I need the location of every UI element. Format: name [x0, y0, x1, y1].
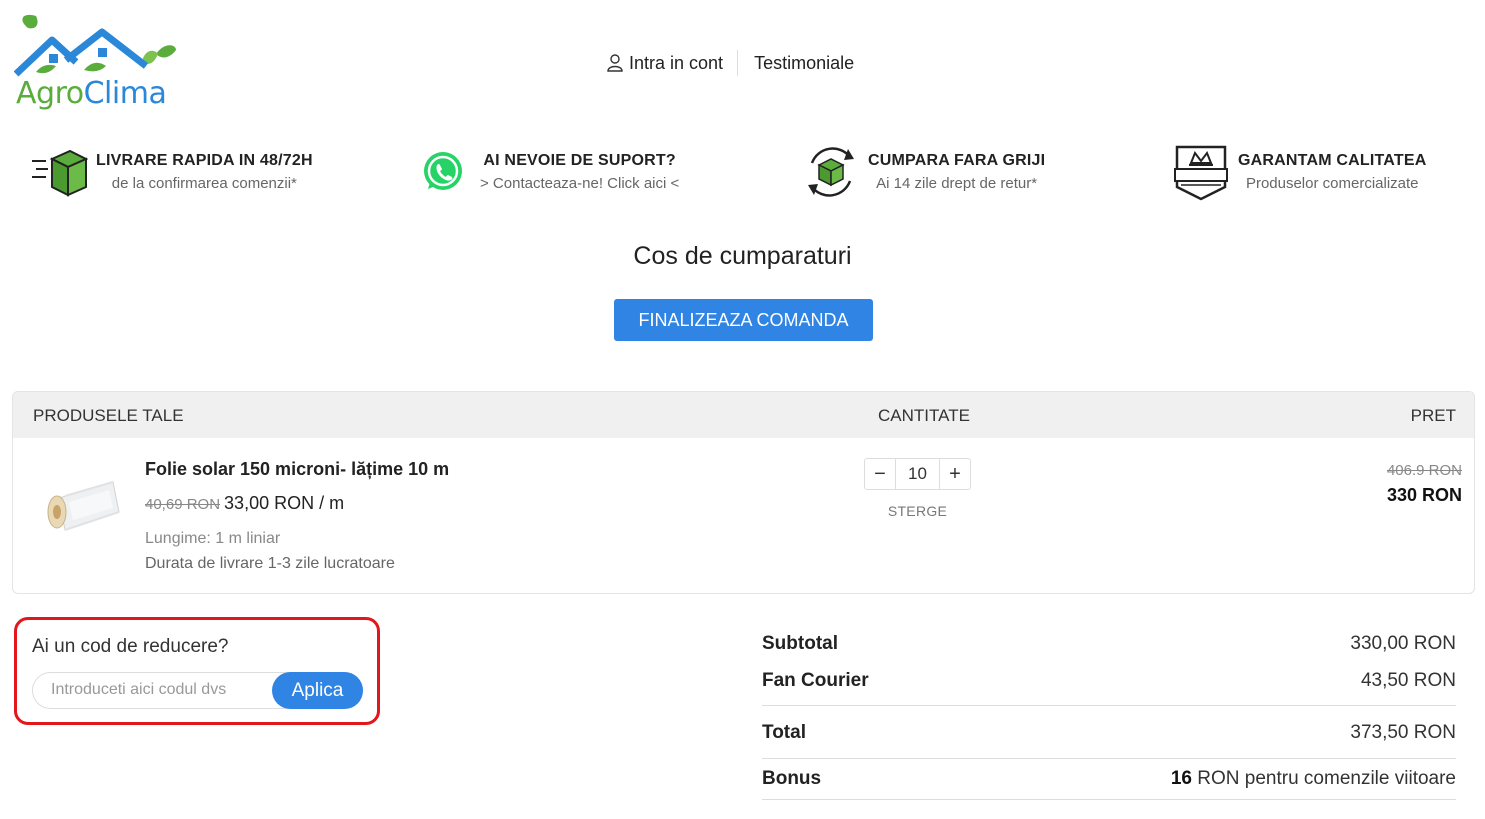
bonus-amount: 16: [1170, 768, 1192, 789]
product-image[interactable]: [39, 472, 125, 542]
premium-badge-icon: [1170, 143, 1232, 201]
header-price: PRET: [1410, 406, 1456, 425]
discount-label: Ai un cod de reducere?: [32, 636, 229, 657]
product-old-unit-price: 40,69 RON: [145, 496, 221, 513]
product-length: Lungime: 1 m liniar: [145, 530, 281, 547]
login-link[interactable]: Intra in cont: [607, 50, 739, 76]
shipping-value: 43,50 RON: [1360, 669, 1456, 691]
feature-quality: GARANTAM CALITATEA Produselor comerciali…: [1170, 142, 1426, 202]
item-total: 330 RON: [1386, 485, 1462, 505]
remove-item-button[interactable]: STERGE: [864, 503, 971, 519]
house-leaves-icon: [13, 14, 176, 77]
discount-code-box: Ai un cod de reducere? Aplica: [14, 617, 380, 725]
feature-returns: CUMPARA FARA GRIJI Ai 14 zile drept de r…: [800, 142, 1045, 202]
return-box-icon: [800, 143, 862, 201]
subtotal-value: 330,00 RON: [1350, 633, 1456, 654]
apply-discount-button[interactable]: Aplica: [272, 672, 363, 709]
whatsapp-icon[interactable]: [412, 143, 474, 201]
login-label: Intra in cont: [629, 52, 724, 73]
header-products: PRODUSELE TALE: [33, 406, 184, 425]
top-nav: Intra in cont Testimoniale: [607, 50, 854, 76]
quantity-input[interactable]: 10: [895, 459, 940, 489]
summary-total-row: Total 373,50 RON: [762, 706, 1456, 759]
discount-input-wrapper: Aplica: [32, 672, 363, 709]
cart-title: Cos de cumparaturi: [633, 242, 852, 270]
feature-fast-delivery: LIVRARE RAPIDA IN 48/72H de la confirmar…: [28, 142, 313, 202]
logo-text-clima: Clima: [83, 76, 167, 111]
feature-support[interactable]: AI NEVOIE DE SUPORT? > Contacteaza-ne! C…: [412, 142, 679, 202]
feature-subtitle: Produselor comercializate: [1245, 175, 1419, 192]
total-label: Total: [762, 722, 806, 743]
header-quantity: CANTITATE: [878, 406, 970, 425]
product-name[interactable]: Folie solar 150 microni- lățime 10 m: [145, 459, 449, 480]
bonus-text: RON pentru comenzile viitoare: [1192, 768, 1456, 789]
summary-bonus-row: Bonus 16 RON pentru comenzile viitoare: [762, 759, 1456, 800]
item-old-total: 406.9 RON: [1386, 462, 1462, 479]
feature-title: AI NEVOIE DE SUPORT?: [483, 152, 676, 169]
product-current-unit-price: 33,00 RON / m: [224, 493, 345, 513]
quantity-increment-button[interactable]: +: [940, 459, 970, 489]
feature-subtitle[interactable]: > Contacteaza-ne! Click aici <: [480, 175, 679, 192]
agroclima-logo[interactable]: AgroClima: [13, 14, 178, 112]
feature-subtitle: de la confirmarea comenzii*: [111, 175, 297, 192]
summary-subtotal-row: Subtotal 330,00 RON: [762, 628, 1456, 660]
shipping-label: Fan Courier: [762, 669, 869, 691]
bonus-label: Bonus: [762, 768, 822, 789]
cart-table: PRODUSELE TALE CANTITATE PRET Folie sola…: [12, 391, 1475, 594]
checkout-button[interactable]: FINALIZEAZA COMANDA: [614, 299, 873, 341]
delivery-box-icon: [28, 143, 90, 201]
summary-shipping-row: Fan Courier 43,50 RON: [762, 660, 1456, 706]
cart-item-row: Folie solar 150 microni- lățime 10 m 40,…: [13, 438, 1474, 593]
testimonials-link[interactable]: Testimoniale: [738, 53, 854, 74]
feature-subtitle: Ai 14 zile drept de retur*: [876, 175, 1038, 192]
discount-code-input[interactable]: [51, 681, 255, 699]
total-value: 373,50 RON: [1350, 722, 1456, 743]
product-unit-price: 40,69 RON 33,00 RON / m: [145, 493, 344, 514]
order-summary: Subtotal 330,00 RON Fan Courier 43,50 RO…: [762, 628, 1456, 800]
subtotal-label: Subtotal: [762, 633, 838, 654]
bonus-value: 16 RON pentru comenzile viitoare: [1171, 768, 1456, 790]
feature-title: LIVRARE RAPIDA IN 48/72H: [96, 152, 313, 169]
product-delivery-time: Durata de livrare 1-3 zile lucratoare: [145, 555, 395, 572]
feature-title: CUMPARA FARA GRIJI: [868, 152, 1046, 169]
cart-table-header: PRODUSELE TALE CANTITATE PRET: [13, 392, 1474, 438]
feature-title: GARANTAM CALITATEA: [1238, 152, 1427, 169]
quantity-decrement-button[interactable]: −: [865, 459, 895, 489]
user-icon: [607, 54, 623, 72]
quantity-stepper: − 10 +: [864, 458, 971, 490]
logo-text-agro: Agro: [16, 76, 84, 111]
